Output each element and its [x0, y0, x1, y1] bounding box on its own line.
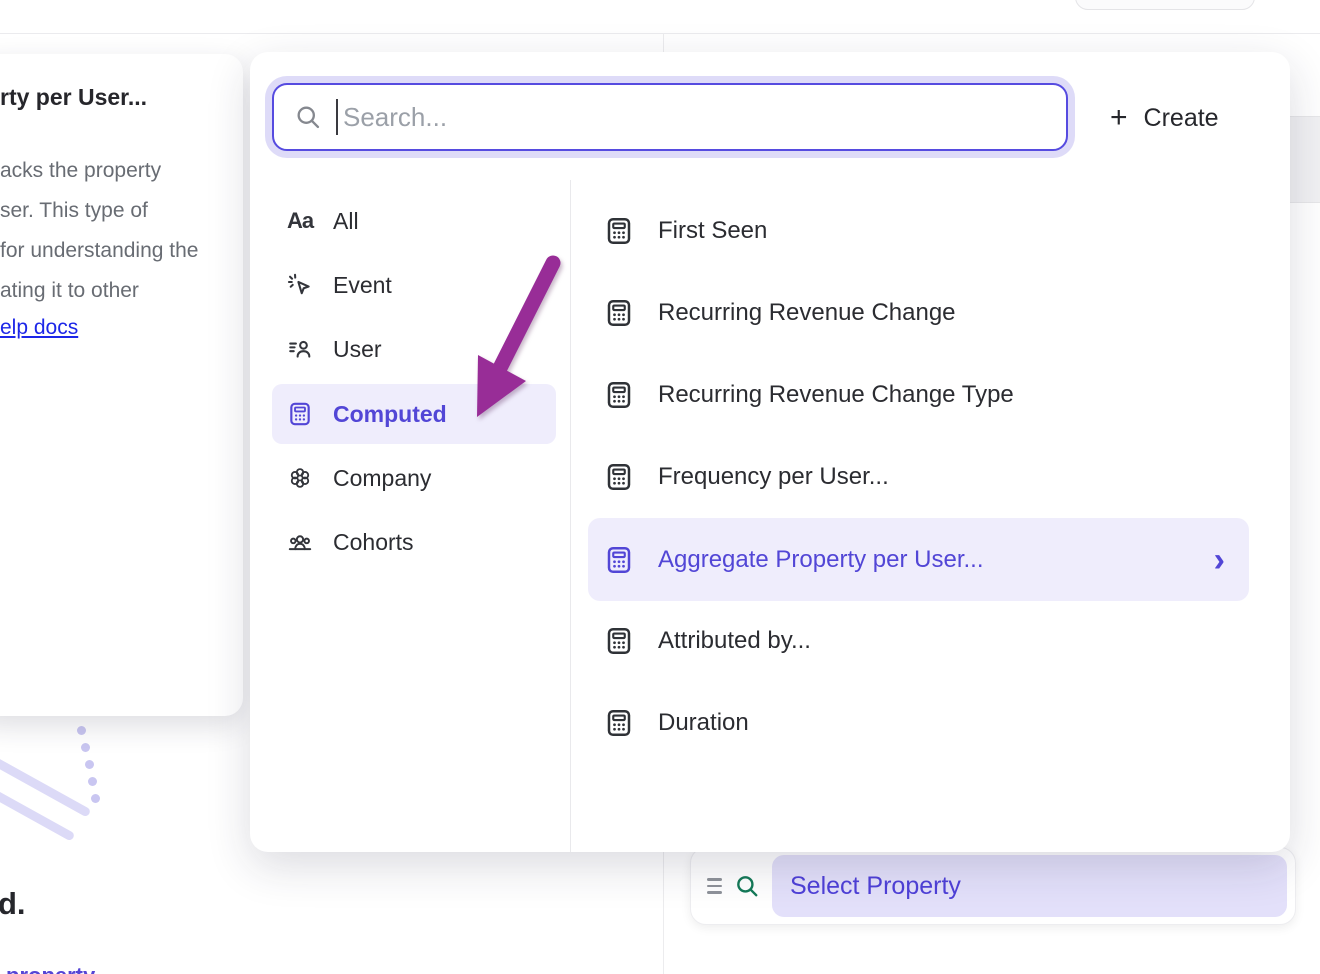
category-label: Event: [333, 272, 392, 299]
tooltip-body-line: ating it to other: [0, 271, 229, 311]
property-item-label: Duration: [658, 709, 749, 737]
property-item[interactable]: First Seen: [588, 208, 1249, 254]
property-item-label: Aggregate Property per User...: [658, 546, 984, 574]
tooltip-body-line: for understanding the: [0, 231, 229, 271]
category-tab-company[interactable]: Company: [272, 456, 556, 500]
create-button[interactable]: + Create: [1102, 94, 1227, 142]
search-input[interactable]: [341, 101, 1066, 134]
help-docs-link[interactable]: elp docs: [0, 316, 78, 340]
select-property-button[interactable]: Select Property: [772, 855, 1287, 917]
property-item[interactable]: Recurring Revenue Change: [588, 290, 1249, 336]
background-divider-horizontal: [0, 33, 1320, 34]
category-tab-user[interactable]: User: [272, 327, 556, 371]
property-item-label: Frequency per User...: [658, 463, 889, 491]
category-tab-computed[interactable]: Computed: [272, 384, 556, 444]
calculator-icon: [604, 298, 634, 328]
decor-dot: [91, 794, 100, 803]
calculator-icon: [287, 401, 313, 427]
category-tab-all[interactable]: Aa All: [272, 199, 556, 243]
decor-dot: [88, 777, 97, 786]
clipped-background-heading: d.: [0, 886, 26, 922]
property-item-aggregate-property-per-user[interactable]: Aggregate Property per User... ›: [588, 518, 1249, 601]
calculator-icon: [604, 626, 634, 656]
category-tab-cohorts[interactable]: Cohorts: [272, 520, 556, 564]
property-item-label: Recurring Revenue Change: [658, 299, 956, 327]
tooltip-body-line: acks the property: [0, 151, 229, 191]
category-label: Company: [333, 465, 431, 492]
property-item[interactable]: Attributed by...: [588, 618, 1249, 664]
chevron-right-icon: ›: [1214, 543, 1225, 577]
property-item-label: Attributed by...: [658, 627, 811, 655]
decor-dot: [85, 760, 94, 769]
tooltip-body-line: ser. This type of: [0, 191, 229, 231]
search-icon: [294, 103, 322, 131]
property-item[interactable]: Frequency per User...: [588, 454, 1249, 500]
property-item[interactable]: Duration: [588, 700, 1249, 746]
property-picker-modal: + Create Aa All Event: [250, 52, 1290, 852]
text-cursor: [336, 99, 338, 135]
property-item[interactable]: Recurring Revenue Change Type: [588, 372, 1249, 418]
calculator-icon: [604, 545, 634, 575]
property-item-label: Recurring Revenue Change Type: [658, 381, 1014, 409]
green-search-icon: [734, 873, 760, 899]
select-property-card: Select Property: [690, 847, 1296, 925]
plus-icon: +: [1110, 103, 1128, 133]
calculator-icon: [604, 380, 634, 410]
decor-dot: [81, 743, 90, 752]
category-label: Computed: [333, 401, 447, 428]
select-property-label: Select Property: [790, 872, 961, 901]
calculator-icon: [604, 708, 634, 738]
calculator-icon: [604, 462, 634, 492]
property-tooltip-card: rty per User... acks the property ser. T…: [0, 54, 243, 716]
property-item-label: First Seen: [658, 217, 767, 245]
tooltip-title: rty per User...: [0, 84, 229, 111]
cursor-click-icon: [287, 272, 313, 298]
company-cluster-icon: [287, 465, 313, 491]
search-field[interactable]: [272, 83, 1068, 151]
calculator-icon: [604, 216, 634, 246]
category-tab-event[interactable]: Event: [272, 263, 556, 307]
aa-text-icon: Aa: [287, 208, 313, 234]
create-button-label: Create: [1144, 104, 1219, 133]
category-label: User: [333, 336, 382, 363]
category-label: Cohorts: [333, 529, 414, 556]
property-picker-screen: d. property rty per User... acks the pro…: [0, 0, 1320, 974]
decor-dot: [77, 726, 86, 735]
clipped-top-button: [1075, 0, 1255, 10]
drag-handle-icon[interactable]: [703, 874, 726, 898]
modal-column-divider: [570, 180, 571, 852]
cohorts-people-icon: [287, 529, 313, 555]
user-list-icon: [287, 336, 313, 362]
clipped-purple-text: property: [6, 963, 95, 974]
background-toolbar-edge: [1290, 116, 1320, 203]
category-label: All: [333, 208, 359, 235]
